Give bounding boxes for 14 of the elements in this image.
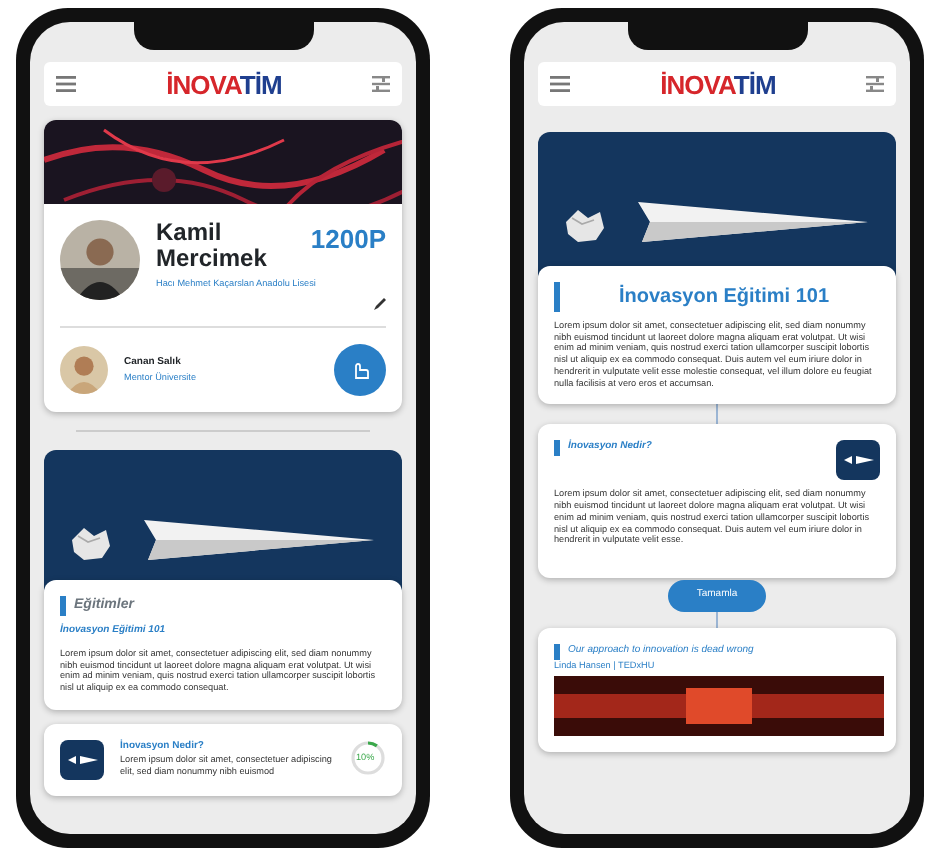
- logo: İNOVATİM: [166, 71, 282, 97]
- filter-icon[interactable]: [865, 76, 884, 92]
- user-name: Kamil Mercimek: [156, 220, 269, 271]
- course-title: İnovasyon Eğitimi 101: [554, 282, 880, 312]
- filter-icon[interactable]: [371, 76, 390, 92]
- pencil-icon[interactable]: [374, 297, 386, 310]
- logo: İNOVATİM: [660, 71, 776, 97]
- points: 1200P: [310, 222, 386, 258]
- menu-icon[interactable]: [550, 76, 570, 92]
- paper-plane-icon: [60, 739, 104, 780]
- hand-button[interactable]: [334, 343, 386, 396]
- progress-ring: [350, 739, 386, 776]
- paper-plane-icon: [836, 440, 880, 481]
- menu-icon[interactable]: [56, 76, 76, 92]
